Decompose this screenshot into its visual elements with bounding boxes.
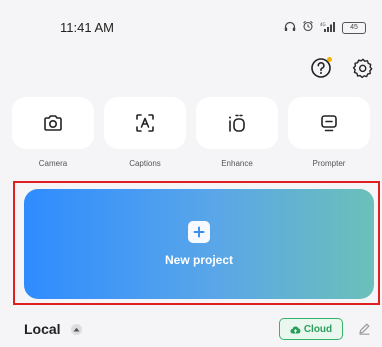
help-button[interactable] <box>308 55 334 81</box>
tool-captions[interactable]: Captions <box>104 97 186 168</box>
tool-prompter[interactable]: Prompter <box>288 97 370 168</box>
tool-tile[interactable] <box>196 97 278 149</box>
gear-icon <box>352 58 373 79</box>
headphones-icon <box>284 21 296 35</box>
tool-camera[interactable]: Camera <box>12 97 94 168</box>
tool-tile[interactable] <box>288 97 370 149</box>
camera-icon <box>44 115 62 131</box>
battery-icon: 45 <box>342 21 366 34</box>
tool-tile[interactable] <box>104 97 186 149</box>
signal-icon: 4G <box>320 21 336 35</box>
tool-label: Captions <box>129 159 161 168</box>
new-project-label: New project <box>164 253 233 267</box>
status-bar: 11:41 AM 4G 45 <box>0 0 382 40</box>
local-label[interactable]: Local <box>24 321 61 337</box>
tool-row: Camera Captions Enhance Prompter <box>12 97 370 168</box>
alarm-icon <box>302 20 314 35</box>
cloud-label: Cloud <box>303 323 333 335</box>
status-time: 11:41 AM <box>60 20 114 35</box>
tool-label: Prompter <box>312 159 346 168</box>
new-project-button[interactable]: New project <box>24 189 374 299</box>
caret-up-icon[interactable] <box>71 324 82 335</box>
status-icons: 4G 45 <box>284 20 366 35</box>
bottom-row: Local Cloud <box>24 318 370 342</box>
cloud-icon <box>290 326 301 334</box>
captions-icon <box>136 114 154 132</box>
tool-tile[interactable] <box>12 97 94 149</box>
pencil-icon <box>359 323 370 335</box>
notification-dot <box>327 57 332 62</box>
edit-button[interactable] <box>358 322 371 340</box>
settings-button[interactable] <box>350 55 376 81</box>
svg-text:4G: 4G <box>320 22 326 27</box>
prompter-icon <box>321 115 337 132</box>
enhance-icon <box>229 114 245 132</box>
top-actions <box>308 55 376 81</box>
plus-icon <box>188 221 210 243</box>
app-screen: 11:41 AM 4G 45 Camera Captions Enhance P… <box>0 0 382 347</box>
cloud-button[interactable]: Cloud <box>279 318 343 340</box>
tool-label: Enhance <box>221 159 253 168</box>
tool-enhance[interactable]: Enhance <box>196 97 278 168</box>
tool-label: Camera <box>38 159 68 168</box>
